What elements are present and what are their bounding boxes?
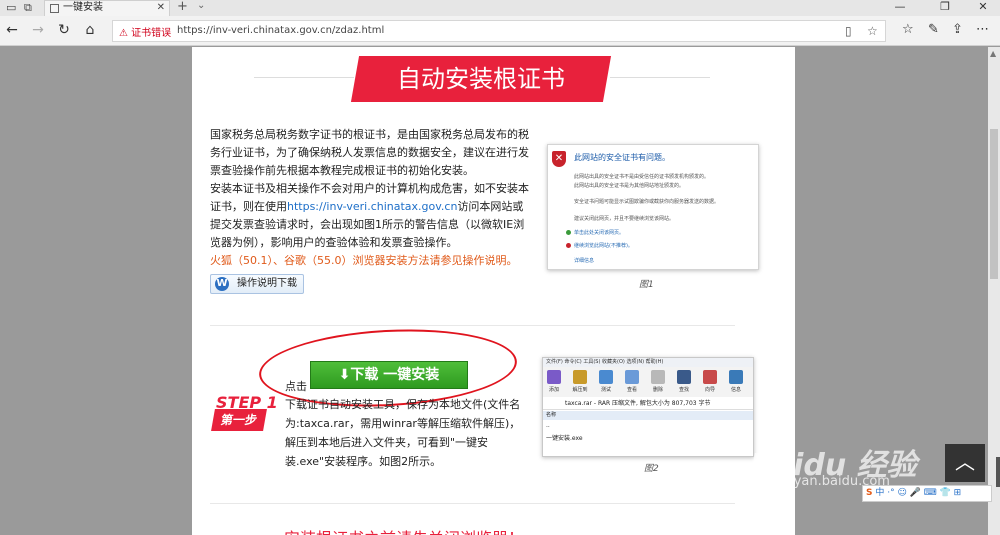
word-icon: W (215, 277, 229, 291)
certificate-warning[interactable]: ⚠ 证书错误 (119, 24, 171, 39)
back-to-top-button[interactable]: ︿ (945, 444, 985, 482)
figure-2-caption: 图2 (644, 464, 659, 474)
winrar-tool: 信息 (727, 370, 745, 393)
url-text: https://inv-veri.chinatax.gov.cn/zdaz.ht… (177, 25, 385, 36)
fig1-line: 安全证书问题可能显示试图欺骗你或截获你向服务器发送的数据。 (574, 199, 720, 205)
fig1-details: 详细信息 (574, 258, 595, 264)
page-icon (50, 4, 59, 13)
intro-paragraph: 国家税务总局税务数字证书的根证书，是由国家税务总局发布的税务行业证书，为了确保纳… (210, 126, 532, 270)
share-icon[interactable]: ⇪ (952, 22, 963, 37)
header-rule-left (254, 77, 354, 78)
winrar-row: 一键安装.exe (546, 435, 583, 442)
fig1-link: 继续浏览此网站(不推荐)。 (574, 243, 633, 249)
notes-icon[interactable]: ✎ (928, 22, 939, 37)
green-check-icon (566, 230, 571, 235)
sogou-icon: S (866, 488, 873, 498)
tab-preview-icon[interactable]: ⧉ (24, 1, 32, 15)
intro-text-1: 国家税务总局税务数字证书的根证书，是由国家税务总局发布的税务行业证书，为了确保纳… (210, 128, 529, 177)
fig1-line: 此网站出具的安全证书不是由受信任的证书颁发机构颁发的。 (574, 174, 710, 180)
scrollbar-thumb[interactable] (990, 129, 998, 279)
navigation-bar: ← → ↻ ⌂ ⚠ 证书错误 https://inv-veri.chinatax… (0, 16, 1000, 46)
winrar-tool: 查找 (675, 370, 693, 393)
favorite-star-icon[interactable]: ☆ (867, 24, 878, 38)
step-label: 第一步 (211, 409, 267, 431)
ime-toolbar[interactable]: S 中 ·° ☺ 🎤 ⌨ 👕 ⊞ (862, 485, 992, 502)
page-title: 自动安装根证书 (397, 65, 565, 93)
more-icon[interactable]: ⋯ (976, 22, 989, 37)
red-shield-icon (566, 243, 571, 248)
close-window-button[interactable]: ✕ (968, 0, 998, 13)
maximize-button[interactable]: ❐ (930, 0, 960, 13)
scroll-up-icon[interactable]: ▲ (990, 49, 996, 58)
winrar-tool: 测试 (597, 370, 615, 393)
winrar-column-header: 名称 (543, 411, 753, 420)
web-page: 自动安装根证书 国家税务总局税务数字证书的根证书，是由国家税务总局发布的税务行业… (192, 47, 795, 535)
edge-strip (996, 457, 1000, 487)
winrar-tool: 解压到 (571, 370, 589, 393)
fig1-link: 单击此处关闭该网页。 (574, 230, 625, 236)
reading-view-icon[interactable]: ▯ (845, 24, 852, 38)
divider (210, 503, 735, 504)
favorites-icon[interactable]: ☆ (902, 22, 914, 37)
site-link[interactable]: https://inv-veri.chinatax.gov.cn (287, 200, 457, 213)
fig1-line: 此网站出具的安全证书是为其他网站地址颁发的。 (574, 183, 685, 189)
forward-icon[interactable]: → (28, 22, 48, 38)
winrar-tool: 向导 (701, 370, 719, 393)
minimize-button[interactable]: — (885, 0, 915, 13)
winrar-row: .. (546, 422, 550, 429)
step1-description: 下载证书自动安装工具，保存为本地文件(文件名为:taxca.rar，需用winr… (285, 398, 521, 468)
new-tab-button[interactable]: + (177, 0, 188, 14)
tab-bar: ▭ ⧉ 一键安装 ✕ + ⌄ — ❐ ✕ (0, 0, 1000, 16)
back-icon[interactable]: ← (2, 22, 22, 38)
close-browser-notice: 安装根证书之前请先关闭浏览器！ (284, 525, 524, 535)
ime-status: 中 ·° ☺ 🎤 ⌨ 👕 ⊞ (875, 488, 962, 498)
manual-download-label: 操作说明下载 (237, 278, 297, 289)
tab-actions-icon[interactable]: ▭ (6, 1, 16, 14)
refresh-icon[interactable]: ↻ (54, 22, 74, 38)
address-bar[interactable]: ⚠ 证书错误 https://inv-veri.chinatax.gov.cn/… (112, 20, 886, 42)
home-icon[interactable]: ⌂ (80, 22, 100, 38)
divider (210, 325, 735, 326)
manual-download-button[interactable]: W 操作说明下载 (210, 274, 304, 294)
chevron-down-icon[interactable]: ⌄ (197, 0, 205, 11)
fig1-line: 建议关闭此网页，并且不要继续浏览该网站。 (574, 216, 675, 222)
winrar-tool: 查看 (623, 370, 641, 393)
winrar-toolbar: 添加 解压到 测试 查看 删除 查找 向导 信息 (543, 367, 753, 397)
winrar-tool: 添加 (545, 370, 563, 393)
tab-title: 一键安装 (63, 2, 103, 13)
winrar-menu: 文件(F) 命令(C) 工具(S) 收藏夹(O) 选项(N) 帮助(H) (543, 358, 753, 367)
fig1-title: 此网站的安全证书有问题。 (574, 153, 670, 162)
browser-note[interactable]: 火狐（50.1）、谷歌（55.0）浏览器安装方法请参见操作说明。 (210, 252, 532, 270)
figure-1-caption: 图1 (639, 280, 654, 290)
tab-close-icon[interactable]: ✕ (157, 1, 165, 15)
download-installer-button[interactable]: ⬇下载 一键安装 (310, 361, 468, 389)
error-shield-icon: ✕ (552, 151, 566, 167)
figure-1-screenshot: ✕ 此网站的安全证书有问题。 此网站出具的安全证书不是由受信任的证书颁发机构颁发… (547, 144, 759, 270)
click-label: 点击 (285, 380, 307, 393)
figure-2-screenshot: 文件(F) 命令(C) 工具(S) 收藏夹(O) 选项(N) 帮助(H) 添加 … (542, 357, 754, 457)
header-rule-right (610, 77, 710, 78)
winrar-tool: 删除 (649, 370, 667, 393)
tab-active[interactable]: 一键安装 ✕ (44, 0, 170, 16)
winrar-path: taxca.rar - RAR 压缩文件, 解包大小为 807,703 字节 (543, 398, 753, 410)
intro-text-2: 安装本证书及相关操作不会对用户的计算机构成危害，如不安装本证书，则在使用http… (210, 180, 532, 252)
